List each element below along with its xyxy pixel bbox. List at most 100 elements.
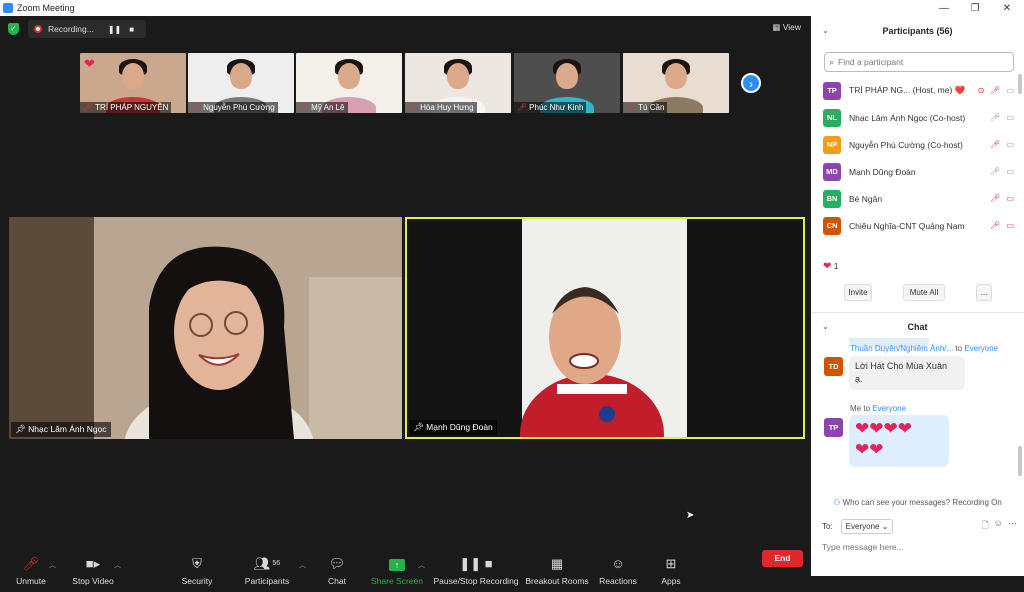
participant-row[interactable]: NP Nguyễn Phú Cường (Co-host) 🎤︎ ▭	[811, 131, 1016, 158]
emoji-icon[interactable]: ☺	[994, 518, 1003, 534]
share-screen-label: Share Screen	[371, 576, 423, 586]
mic-muted-icon[interactable]: 🎤︎	[990, 194, 1000, 203]
participant-row[interactable]: CN Chiêu Nghĩa-CNT Quảng Nam 🎤︎ ▭	[811, 212, 1016, 239]
audio-options-caret-icon[interactable]: ︿	[49, 560, 56, 570]
avatar: TP	[824, 418, 843, 437]
share-options-caret-icon[interactable]: ︿	[418, 560, 425, 570]
minimize-button[interactable]: —	[929, 0, 959, 16]
participants-count: 56	[272, 560, 281, 567]
video-icon[interactable]: ▭	[1006, 113, 1014, 122]
more-icon[interactable]: ⋯	[1008, 518, 1017, 534]
participant-status-icons: 🎤︎ ▭	[990, 221, 1014, 230]
avatar: TD	[824, 357, 843, 376]
message-text-line: ạ.	[855, 374, 863, 384]
view-button[interactable]: ▦ View	[772, 22, 801, 33]
collapse-chevron-icon[interactable]: ⌄	[822, 315, 829, 339]
video-tile-left[interactable]: 📌︎ Nhạc Lâm Ánh Ngọc	[9, 217, 402, 439]
invite-button[interactable]: Invite	[844, 284, 872, 301]
participant-row[interactable]: TP TRÍ PHÁP NG... (Host, me) ❤️ ⊙ 🎤︎ ▭	[811, 77, 1016, 104]
video-tile-active-speaker[interactable]: 📌︎ Mạnh Dũng Đoàn	[405, 217, 805, 439]
message-bubble[interactable]: Lời Hát Cho Mùa Xuân ạ.	[849, 356, 965, 390]
unmute-button[interactable]: 🎤︎ Unmute	[0, 553, 66, 591]
end-meeting-button[interactable]: End	[762, 550, 803, 567]
mic-muted-icon[interactable]: 🎤︎	[990, 140, 1000, 149]
participant-thumbnail[interactable]: 🎤︎ Phúc Như Kinh	[514, 53, 620, 113]
mic-icon[interactable]: 🎤︎	[990, 167, 1000, 176]
recipient-dropdown[interactable]: Everyone ⌄	[840, 518, 894, 534]
mic-muted-icon: 🎤︎	[83, 103, 94, 112]
participant-row[interactable]: NL Nhạc Lâm Ánh Ngọc (Co-host) 🎤︎ ▭	[811, 104, 1016, 131]
collapse-chevron-icon[interactable]: ⌄	[822, 16, 829, 46]
chat-message-input[interactable]	[822, 540, 1012, 554]
video-icon[interactable]: ▭	[1006, 86, 1014, 95]
participant-thumbnail[interactable]: 🎤︎ Hòa Huy Hưng	[405, 53, 511, 113]
file-icon[interactable]: 🗋︎	[982, 518, 989, 534]
avatar: BN	[823, 189, 841, 208]
encryption-shield-icon[interactable]: ✓	[8, 23, 19, 35]
mic-muted-icon: 🎤︎	[408, 103, 419, 112]
video-icon[interactable]: ▭	[1006, 140, 1014, 149]
next-page-arrow-icon[interactable]: ›	[741, 73, 761, 93]
panel-divider	[811, 312, 1024, 313]
participant-thumbnail[interactable]: 🎤︎ Nguyễn Phú Cường	[188, 53, 294, 113]
apps-icon: ⊞	[665, 556, 677, 571]
video-off-icon[interactable]: ▭	[1006, 221, 1014, 230]
thumbnail-name-tag: 🎤︎ Hòa Huy Hưng	[405, 102, 477, 113]
thumbnail-name: Phúc Như Kinh	[529, 103, 584, 112]
participants-button[interactable]: 👥︎ 56 Participants	[232, 553, 302, 591]
participant-name: Nhạc Lâm Ánh Ngọc (Co-host)	[849, 112, 966, 123]
security-button[interactable]: ⛨ Security	[162, 553, 232, 591]
message-sender[interactable]: Thuần Duyên/Nghiêm Ánh/...	[850, 344, 953, 353]
heart-icon: ❤	[823, 261, 832, 272]
participant-search-input[interactable]: ⌕ Find a participant	[824, 52, 1014, 72]
tile-name-tag: 📌︎ Nhạc Lâm Ánh Ngọc	[11, 422, 111, 437]
maximize-button[interactable]: ❐	[960, 0, 990, 16]
search-placeholder: Find a participant	[838, 57, 904, 67]
breakout-rooms-button[interactable]: ▦ Breakout Rooms	[522, 553, 592, 591]
participant-thumbnail[interactable]: 🎤︎ Mỹ An Lê	[296, 53, 402, 113]
mic-icon[interactable]: 🎤︎	[990, 113, 1000, 122]
recording-button-label: Pause/Stop Recording	[433, 576, 519, 586]
thumbnail-name: TRÍ PHÁP NGUYỄN	[95, 103, 169, 112]
apps-button[interactable]: ⊞ Apps	[636, 553, 706, 591]
mic-muted-icon: 🎤︎	[191, 103, 202, 112]
person-face	[556, 63, 578, 89]
video-options-caret-icon[interactable]: ︿	[114, 560, 121, 570]
participant-row[interactable]: BN Bé Ngân 🎤︎ ▭	[811, 185, 1016, 212]
share-screen-button[interactable]: ↑ Share Screen	[362, 553, 432, 591]
participant-thumbnail[interactable]: ❤ 🎤︎ TRÍ PHÁP NGUYỄN	[80, 53, 186, 113]
mic-muted-icon[interactable]: 🎤︎	[990, 221, 1000, 230]
participants-scrollbar[interactable]	[1018, 74, 1022, 94]
video-off-icon[interactable]: ▭	[1006, 194, 1014, 203]
breakout-rooms-label: Breakout Rooms	[525, 576, 589, 586]
more-options-button[interactable]: ...	[976, 284, 992, 301]
meeting-area: ✓ Recording... ❚❚ ■ ▦ View ❤ 🎤︎ TRÍ PHÁP …	[0, 16, 811, 592]
close-button[interactable]: ✕	[992, 0, 1022, 16]
video-icon[interactable]: ▭	[1006, 167, 1014, 176]
chat-privacy-note[interactable]: ⚇ Who can see your messages? Recording O…	[811, 498, 1024, 507]
mouse-cursor-icon: ➤	[686, 510, 695, 521]
participant-row[interactable]: MD Mạnh Dũng Đoàn 🎤︎ ▭	[811, 158, 1016, 185]
meeting-toolbar: 🎤︎ Unmute ︿ ■▸ Stop Video ︿ ⛨ Security 👥…	[0, 549, 811, 592]
message-header: Thuần Duyên/Nghiêm Ánh/... to Everyone	[850, 344, 998, 353]
person-face	[665, 63, 687, 89]
stop-recording-icon[interactable]: ■	[129, 25, 134, 34]
participant-name: Chiêu Nghĩa-CNT Quảng Nam	[849, 220, 965, 231]
thumbnail-name: Mỹ An Lê	[311, 103, 345, 112]
message-bubble[interactable]: ❤❤❤❤ ❤❤	[849, 415, 949, 467]
participant-status-icons: 🎤︎ ▭	[990, 140, 1014, 149]
mute-all-button[interactable]: Mute All	[903, 284, 945, 301]
tile-name-tag: 📌︎ Mạnh Dũng Đoàn	[409, 420, 497, 435]
participant-thumbnail[interactable]: 🎤︎ Tú Cần	[623, 53, 729, 113]
chat-header: ⌄ Chat	[811, 315, 1024, 339]
stop-video-button[interactable]: ■▸ Stop Video	[58, 553, 128, 591]
message-to-word: to	[955, 344, 963, 353]
chat-scrollbar[interactable]	[1018, 446, 1022, 476]
mic-muted-icon[interactable]: 🎤︎	[990, 86, 1000, 95]
pause-stop-recording-button[interactable]: ❚❚ ■ Pause/Stop Recording	[430, 553, 522, 591]
breakout-rooms-icon: ▦	[550, 556, 564, 571]
message-recipient: Everyone	[964, 344, 999, 353]
pause-recording-icon[interactable]: ❚❚	[108, 25, 121, 34]
person-face	[122, 63, 144, 89]
to-label: To:	[822, 521, 833, 531]
